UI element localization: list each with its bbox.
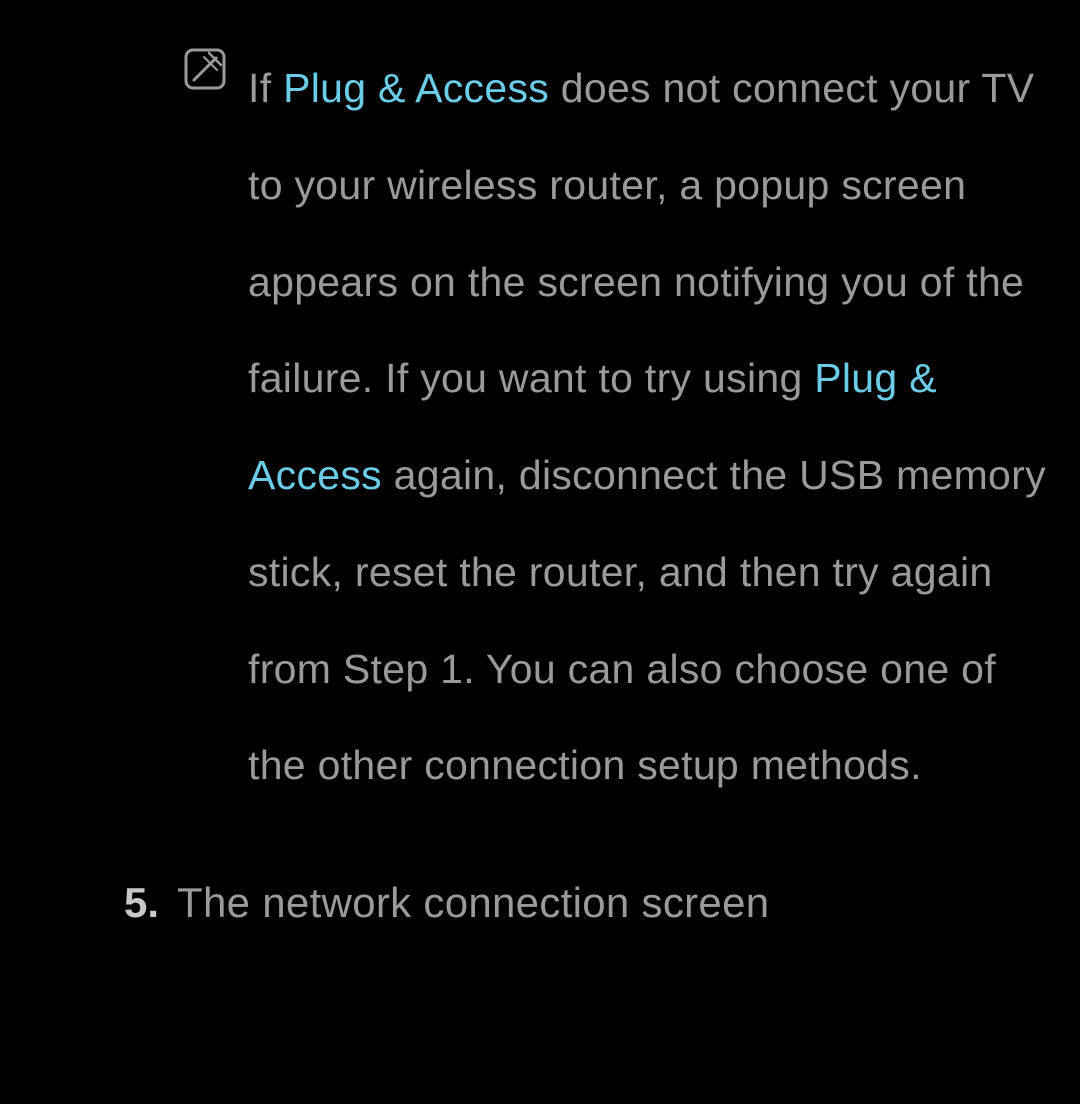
step-text: The network connection screen xyxy=(177,874,769,933)
step-number: 5. xyxy=(124,874,159,933)
note-text-segment: again, disconnect the USB memory stick, … xyxy=(248,452,1046,788)
note-text-segment: does not connect your TV to your wireles… xyxy=(248,65,1034,401)
note-block: If Plug & Access does not connect your T… xyxy=(182,40,1060,814)
note-paragraph: If Plug & Access does not connect your T… xyxy=(248,40,1060,814)
note-icon xyxy=(182,46,228,92)
step-block: 5. The network connection screen xyxy=(124,874,1060,933)
note-text-segment: If xyxy=(248,65,283,111)
highlight-plug-and-access: Plug & Access xyxy=(283,65,549,111)
